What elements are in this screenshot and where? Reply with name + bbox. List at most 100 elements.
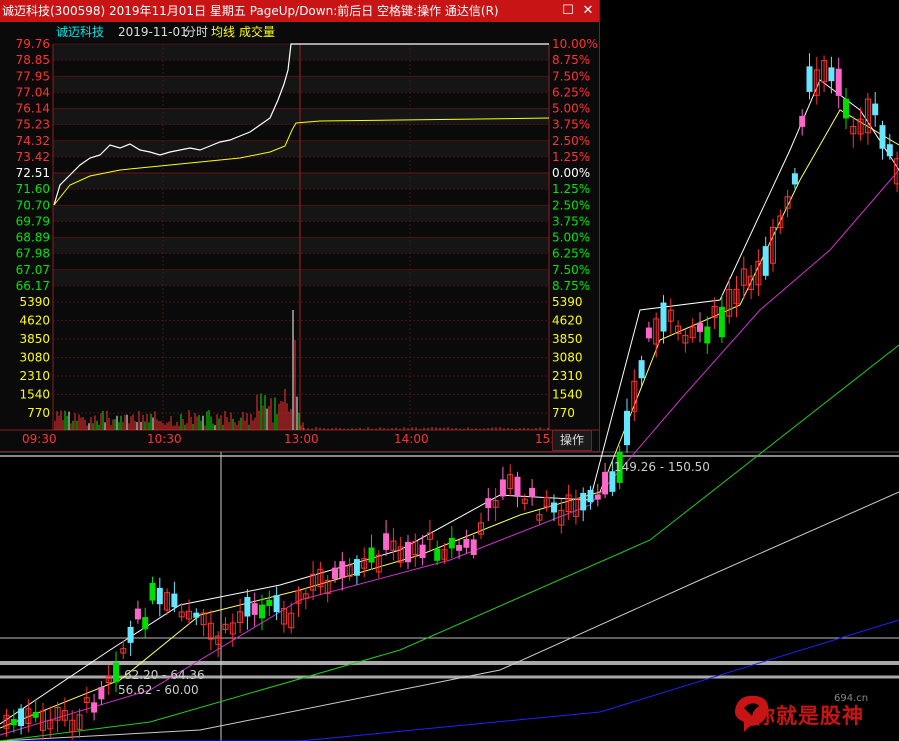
candle-body — [609, 471, 616, 492]
percent-tick-label: 6.25% — [552, 247, 590, 261]
candle-body — [791, 173, 798, 185]
time-tick-label: 13:00 — [284, 432, 319, 446]
candle-body — [587, 489, 594, 503]
candle-body — [448, 537, 455, 549]
volume-tick-label: 3850 — [19, 332, 50, 346]
percent-tick-label: 7.50% — [552, 263, 590, 277]
restore-icon[interactable]: ☐ — [558, 0, 578, 22]
candle-body — [434, 548, 441, 561]
volume-legend: 成交量 — [239, 25, 276, 39]
intraday-band — [53, 205, 549, 222]
volume-tick-label: 4620 — [19, 314, 50, 328]
candle-body — [127, 626, 134, 643]
price-tick-label: 67.98 — [16, 247, 50, 261]
volume-tick-label: 3080 — [19, 351, 50, 365]
candle-body — [594, 494, 601, 500]
avg-line-legend: 均线 — [211, 25, 236, 39]
candle-body — [879, 125, 886, 149]
popup-title: 诚迈科技(300598) 2019年11月01日 星期五 PageUp/Down… — [2, 4, 499, 18]
percent-tick-label: 3.75% — [552, 214, 590, 228]
percent-tick-label: 2.50% — [552, 134, 590, 148]
intraday-chart[interactable]: 79.76 10.00%78.85 8.75%77.95 7.50%77.04 6.25… — [0, 0, 599, 451]
candle-body — [799, 115, 806, 127]
percent-tick-label: 2.50% — [552, 198, 590, 212]
candle-body — [645, 327, 652, 339]
percent-tick-label: 5.00% — [552, 231, 590, 245]
intraday-popup[interactable]: 79.76 10.00% 78.85 8.75% 77.95 7.50% 77.04 6.25… — [0, 0, 600, 452]
volume-tick-label: 1540 — [19, 388, 50, 402]
intraday-band — [53, 269, 549, 286]
candle-body — [156, 587, 163, 605]
candle-body — [339, 561, 346, 579]
price-label-range1: 149.26 - 150.50 — [614, 460, 710, 474]
volume-tick-label-right: 2310 — [552, 369, 583, 383]
candle-body — [405, 541, 411, 563]
candle-body — [10, 719, 17, 726]
candle-body — [886, 144, 893, 157]
candle-body — [529, 487, 536, 498]
price-tick-label: 67.07 — [16, 263, 50, 277]
price-tick-label: 75.23 — [16, 118, 50, 132]
percent-tick-label: 7.50% — [552, 69, 590, 83]
candle-body — [266, 599, 273, 606]
candle-body — [718, 306, 725, 338]
volume-tick-label-right: 3850 — [552, 332, 583, 346]
price-tick-label: 71.60 — [16, 182, 50, 196]
time-tick-label: 14:00 — [394, 432, 429, 446]
price-tick-label: 77.95 — [16, 69, 50, 83]
ops-button[interactable]: 操作 — [552, 430, 592, 451]
volume-tick-label: 770 — [27, 406, 50, 420]
chart-date: 2019-11-01 — [118, 25, 188, 39]
intraday-band — [53, 44, 549, 61]
candle-body — [762, 246, 769, 276]
candle-body — [470, 539, 477, 555]
intraday-plot-area — [53, 44, 549, 430]
candle-body — [171, 593, 178, 608]
candle-body — [332, 567, 338, 580]
candle-body — [259, 604, 265, 619]
intraday-band — [53, 140, 549, 157]
watermark-text: 你就是股神 — [754, 704, 864, 728]
percent-tick-label: 8.75% — [552, 279, 590, 293]
price-tick-label: 72.51 — [16, 166, 50, 180]
candle-body — [368, 547, 375, 563]
price-tick-label: 77.04 — [16, 85, 50, 99]
volume-tick-label-right: 4620 — [552, 314, 583, 328]
candle-body — [697, 322, 703, 332]
percent-tick-label: 6.25% — [552, 85, 590, 99]
candle-body — [514, 476, 521, 497]
candle-body — [273, 595, 280, 613]
candle-body — [18, 708, 25, 727]
close-icon[interactable]: ✕ — [578, 0, 598, 22]
candle-body — [580, 492, 587, 511]
intraday-infobar: 诚迈科技 2019-11-01 分时 均线 成交量 — [0, 22, 599, 42]
candle-body — [463, 538, 470, 548]
percent-tick-label: 1.25% — [552, 150, 590, 164]
percent-tick-label: 3.75% — [552, 118, 590, 132]
candle-body — [602, 471, 609, 495]
percent-tick-label: 8.75% — [552, 53, 590, 67]
stock-name: 诚迈科技 — [56, 25, 105, 39]
price-tick-label: 70.70 — [16, 198, 50, 212]
volume-tick-label-right: 770 — [552, 406, 575, 420]
candle-body — [244, 597, 251, 617]
price-tick-label: 66.17 — [16, 279, 50, 293]
intraday-band — [53, 237, 549, 254]
candle-body — [660, 302, 667, 332]
candle-body — [91, 702, 98, 713]
volume-tick-label-right: 3080 — [552, 351, 583, 365]
candle-body — [142, 617, 149, 630]
popup-titlebar[interactable]: 诚迈科技(300598) 2019年11月01日 星期五 PageUp/Down… — [0, 0, 599, 22]
watermark-site: 694.cn — [834, 693, 869, 704]
percent-tick-label: 5.00% — [552, 102, 590, 116]
price-tick-label: 76.14 — [16, 102, 50, 116]
candle-body — [383, 533, 390, 550]
price-tick-label: 68.89 — [16, 231, 50, 245]
candle-body — [828, 67, 835, 82]
candle-body — [485, 498, 492, 509]
candle-body — [872, 103, 879, 116]
volume-tick-label-right: 5390 — [552, 295, 583, 309]
time-tick-label: 09:30 — [22, 432, 57, 446]
candle-body — [134, 608, 141, 620]
price-tick-label: 69.79 — [16, 214, 50, 228]
